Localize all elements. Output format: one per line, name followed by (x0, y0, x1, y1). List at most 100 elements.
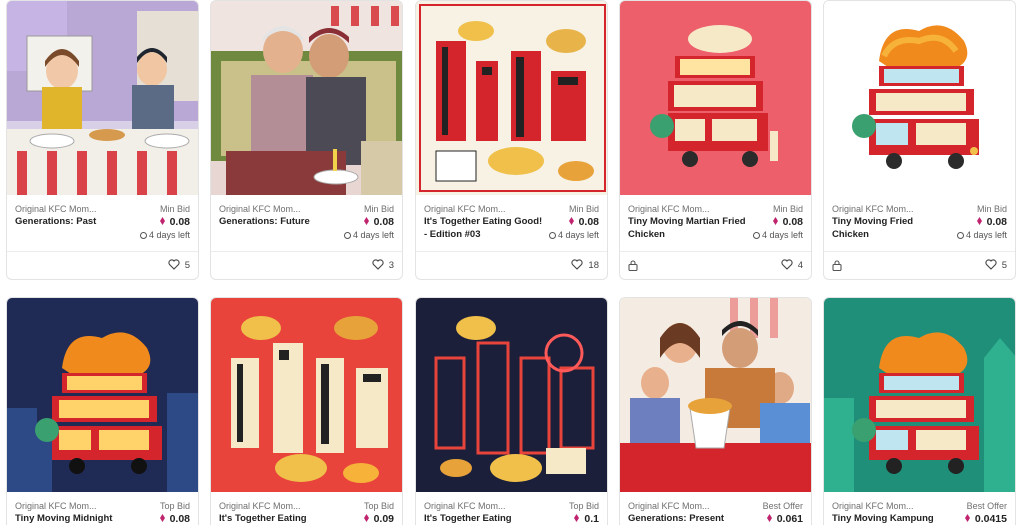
lock-icon (628, 260, 638, 271)
like-count: 4 (797, 260, 803, 271)
heart-icon (985, 259, 997, 270)
like-button[interactable]: 5 (985, 259, 1007, 271)
item-title[interactable]: It's Together Eating (424, 513, 544, 525)
clock-icon (139, 232, 147, 239)
collection-name[interactable]: Original KFC Mom... (628, 501, 710, 511)
nft-card[interactable]: Original KFC Mom... Min Bid It's Togethe… (415, 0, 608, 280)
collection-name[interactable]: Original KFC Mom... (219, 501, 301, 511)
nft-card[interactable]: Original KFC Mom... Best Offer Generatio… (619, 297, 812, 525)
like-count: 3 (388, 260, 394, 271)
time-left: 4 days left (956, 230, 1007, 240)
nft-card[interactable]: Original KFC Mom... Min Bid Generations:… (6, 0, 199, 280)
price-value: 0.09 (363, 513, 394, 525)
clock-icon (752, 232, 760, 239)
collection-name[interactable]: Original KFC Mom... (424, 204, 506, 214)
price-label: Best Offer (966, 501, 1007, 511)
collection-name[interactable]: Original KFC Mom... (832, 204, 914, 214)
eth-icon (159, 217, 165, 225)
card-artwork[interactable] (7, 298, 198, 492)
like-button[interactable]: 4 (781, 259, 803, 271)
like-count: 18 (588, 260, 599, 271)
price-value: 0.1 (574, 513, 599, 525)
card-artwork[interactable] (7, 1, 198, 195)
item-title[interactable]: It's Together Eating Good! - Edition #03 (424, 216, 544, 241)
time-left: 4 days left (139, 230, 190, 240)
price-value: 0.08 (159, 513, 190, 525)
price-value: 0.08 (363, 216, 394, 228)
price-label: Min Bid (772, 204, 803, 214)
heart-icon (571, 259, 584, 270)
price-value: 0.061 (766, 513, 803, 525)
artwork-image (211, 298, 402, 492)
card-artwork[interactable] (620, 1, 811, 195)
heart-icon (781, 259, 793, 270)
collection-name[interactable]: Original KFC Mom... (15, 501, 97, 511)
lock-icon (832, 260, 842, 271)
nft-card[interactable]: Original KFC Mom... Top Bid It's Togethe… (210, 297, 403, 525)
collection-name[interactable]: Original KFC Mom... (832, 501, 914, 511)
time-left: 4 days left (548, 230, 599, 240)
price-value: 0.08 (159, 216, 190, 228)
item-title[interactable]: Generations: Future (219, 216, 339, 229)
heart-icon (168, 259, 180, 270)
card-artwork[interactable] (620, 298, 811, 492)
heart-icon (372, 259, 384, 270)
price-label: Min Bid (159, 204, 190, 214)
nft-card[interactable]: Original KFC Mom... Min Bid Tiny Moving … (619, 0, 812, 280)
item-title[interactable]: Tiny Moving Fried Chicken (832, 216, 952, 241)
nft-card[interactable]: Original KFC Mom... Min Bid Generations:… (210, 0, 403, 280)
item-title[interactable]: Tiny Moving Kampung (832, 513, 952, 525)
card-artwork[interactable] (824, 1, 1015, 195)
price-label: Top Bid (568, 501, 599, 511)
eth-icon (159, 514, 165, 522)
price-value: 0.08 (976, 216, 1007, 228)
card-artwork[interactable] (416, 1, 607, 195)
artwork-image (211, 1, 402, 195)
item-title[interactable]: Tiny Moving Midnight (15, 513, 135, 525)
like-count: 5 (1001, 260, 1007, 271)
artwork-image (824, 1, 1015, 195)
price-value: 0.08 (568, 216, 599, 228)
artwork-image (620, 1, 811, 195)
collection-name[interactable]: Original KFC Mom... (219, 204, 301, 214)
card-artwork[interactable] (211, 298, 402, 492)
price-value: 0.08 (772, 216, 803, 228)
eth-icon (772, 217, 778, 225)
like-count: 5 (184, 260, 190, 271)
nft-card[interactable]: Original KFC Mom... Best Offer Tiny Movi… (823, 297, 1016, 525)
collection-name[interactable]: Original KFC Mom... (424, 501, 506, 511)
collection-name[interactable]: Original KFC Mom... (628, 204, 710, 214)
nft-card[interactable]: Original KFC Mom... Top Bid It's Togethe… (415, 297, 608, 525)
item-title[interactable]: Generations: Past (15, 216, 135, 229)
price-value: 0.0415 (964, 513, 1007, 525)
price-label: Top Bid (159, 501, 190, 511)
price-label: Min Bid (976, 204, 1007, 214)
nft-card[interactable]: Original KFC Mom... Top Bid Tiny Moving … (6, 297, 199, 525)
artwork-image (416, 298, 607, 492)
artwork-image (620, 298, 811, 492)
collection-name[interactable]: Original KFC Mom... (15, 204, 97, 214)
eth-icon (976, 217, 982, 225)
clock-icon (956, 232, 964, 239)
like-button[interactable]: 18 (571, 259, 599, 271)
price-label: Best Offer (762, 501, 803, 511)
nft-card[interactable]: Original KFC Mom... Min Bid Tiny Moving … (823, 0, 1016, 280)
item-title[interactable]: It's Together Eating (219, 513, 339, 525)
artwork-image (7, 298, 198, 492)
item-title[interactable]: Tiny Moving Martian Fried Chicken (628, 216, 748, 241)
item-title[interactable]: Generations: Present (628, 513, 748, 525)
like-button[interactable]: 3 (372, 259, 394, 271)
card-artwork[interactable] (416, 298, 607, 492)
artwork-image (416, 1, 607, 195)
eth-icon (574, 514, 580, 522)
price-label: Top Bid (363, 501, 394, 511)
card-artwork[interactable] (824, 298, 1015, 492)
like-button[interactable]: 5 (168, 259, 190, 271)
price-label: Min Bid (568, 204, 599, 214)
artwork-image (824, 298, 1015, 492)
eth-icon (964, 514, 970, 522)
clock-icon (548, 232, 556, 239)
eth-icon (568, 217, 574, 225)
card-artwork[interactable] (211, 1, 402, 195)
eth-icon (766, 514, 772, 522)
